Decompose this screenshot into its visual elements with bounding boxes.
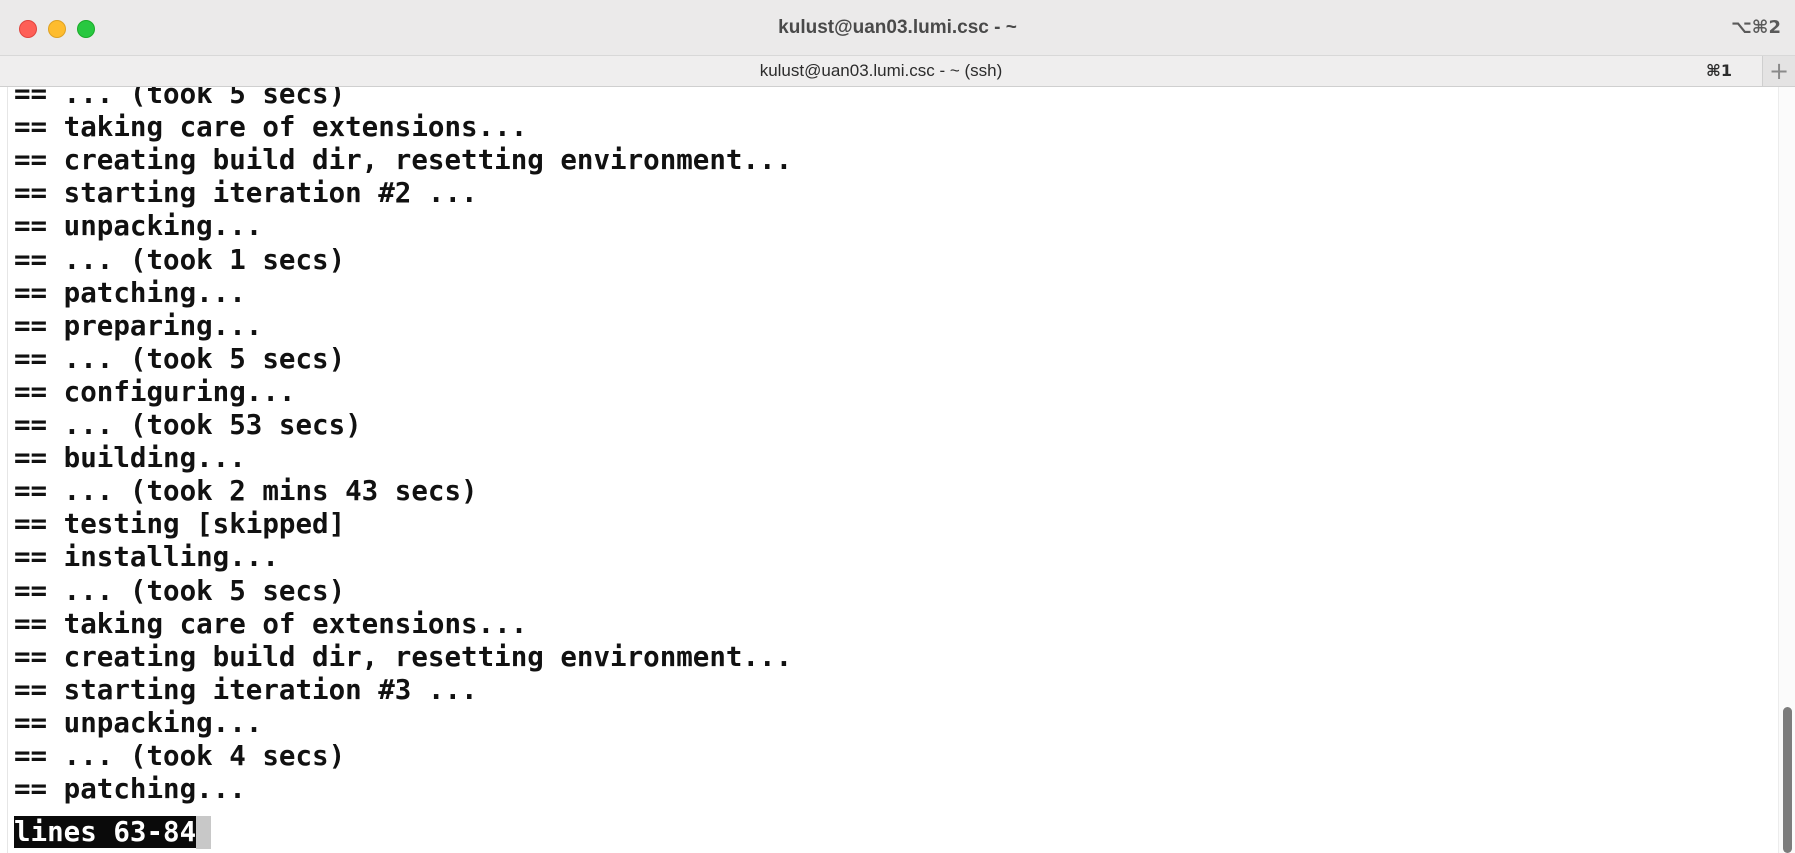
tab-ssh-session[interactable]: kulust@uan03.lumi.csc - ~ (ssh) ⌘1 xyxy=(0,56,1762,86)
terminal-output[interactable]: == ... (took 5 secs) == taking care of ex… xyxy=(8,87,1778,853)
terminal-line: == ... (took 4 secs) xyxy=(14,740,346,772)
terminal-line: == starting iteration #3 ... xyxy=(14,673,478,706)
terminal-line: == installing... xyxy=(14,541,279,574)
scrollbar-thumb[interactable] xyxy=(1783,707,1792,853)
tab-bar: kulust@uan03.lumi.csc - ~ (ssh) ⌘1 + xyxy=(0,56,1795,87)
terminal-line: == ... (took 53 secs) xyxy=(14,409,362,441)
terminal-line: == ... (took 1 secs) xyxy=(14,243,346,276)
pager-status-text: lines 63-84 xyxy=(14,816,197,848)
terminal-line: == starting iteration #2 ... xyxy=(14,177,478,210)
terminal-line: == ... (took 5 secs) xyxy=(14,87,346,110)
terminal-line: == patching... xyxy=(14,276,246,309)
window-shortcut: ⌥⌘2 xyxy=(1731,17,1781,38)
terminal-line: == building... xyxy=(14,442,246,475)
terminal-line: == ... (took 2 mins 43 secs) xyxy=(14,475,478,508)
terminal-line: == taking care of extensions... xyxy=(14,607,528,640)
terminal-line: == testing [skipped] xyxy=(14,508,346,541)
terminal-line: == patching... xyxy=(14,773,246,806)
terminal-line: == unpacking... xyxy=(14,210,263,243)
pager-status-line: lines 63-84 xyxy=(14,816,212,849)
terminal-line: == creating build dir, resetting environ… xyxy=(14,144,793,177)
scrollbar[interactable] xyxy=(1778,87,1795,853)
window-titlebar[interactable]: kulust@uan03.lumi.csc - ~ ⌥⌘2 xyxy=(0,0,1795,56)
window-title: kulust@uan03.lumi.csc - ~ xyxy=(778,17,1017,38)
terminal-line: == taking care of extensions... xyxy=(14,111,528,144)
terminal-line: == creating build dir, resetting environ… xyxy=(14,640,793,673)
terminal-line: == configuring... xyxy=(14,375,296,408)
terminal-line: == unpacking... xyxy=(14,706,263,739)
terminal-line: == ... (took 5 secs) xyxy=(14,342,346,375)
terminal-cursor xyxy=(196,816,212,849)
window-left-edge xyxy=(0,87,8,853)
tab-shortcut: ⌘1 xyxy=(1706,61,1732,80)
tab-title: kulust@uan03.lumi.csc - ~ (ssh) xyxy=(759,61,1003,80)
terminal-line: == preparing... xyxy=(14,309,263,342)
new-tab-button[interactable]: + xyxy=(1762,56,1795,86)
terminal-line: == ... (took 5 secs) xyxy=(14,574,346,607)
